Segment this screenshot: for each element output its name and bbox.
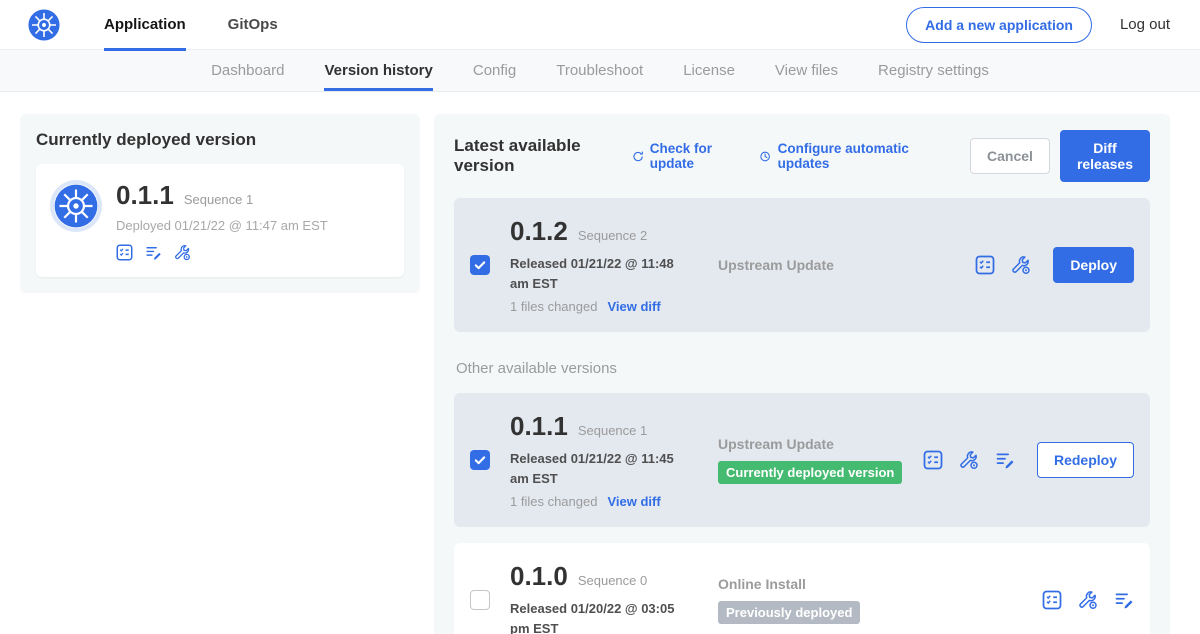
files-changed-text: 1 files changed bbox=[510, 299, 597, 314]
available-panel-title: Latest available version bbox=[454, 136, 612, 176]
admin-console-page: Application GitOps Add a new application… bbox=[0, 0, 1200, 634]
add-new-application-button[interactable]: Add a new application bbox=[906, 7, 1092, 43]
version-sequence: Sequence 2 bbox=[578, 228, 647, 243]
deployed-panel-title: Currently deployed version bbox=[36, 130, 404, 150]
version-checkbox[interactable] bbox=[470, 255, 490, 275]
check-for-update-label: Check for update bbox=[650, 141, 740, 171]
deployed-version-sequence: Sequence 1 bbox=[184, 192, 253, 207]
tab-gitops[interactable]: GitOps bbox=[228, 0, 278, 50]
version-checkbox[interactable] bbox=[470, 590, 490, 610]
app-logo-icon bbox=[54, 184, 98, 228]
deploy-logs-icon[interactable] bbox=[145, 244, 162, 261]
version-released: Released 01/21/22 @ 11:45 am EST bbox=[510, 449, 695, 488]
diff-releases-button[interactable]: Diff releases bbox=[1060, 130, 1150, 182]
subnav-troubleshoot[interactable]: Troubleshoot bbox=[556, 50, 643, 91]
version-released: Released 01/21/22 @ 11:48 am EST bbox=[510, 254, 695, 293]
version-row-0-1-0: 0.1.0 Sequence 0 Released 01/20/22 @ 03:… bbox=[454, 543, 1150, 634]
checkmark-icon bbox=[473, 258, 487, 272]
source-label: Upstream Update bbox=[718, 436, 923, 452]
deploy-logs-icon[interactable] bbox=[995, 450, 1015, 470]
subnav-version-history[interactable]: Version history bbox=[324, 50, 432, 91]
cancel-button[interactable]: Cancel bbox=[970, 138, 1050, 174]
deployed-version-card: 0.1.1 Sequence 1 Deployed 01/21/22 @ 11:… bbox=[36, 164, 404, 277]
version-source: Upstream Update Currently deployed versi… bbox=[710, 436, 923, 484]
currently-deployed-panel: Currently deployed version 0.1.1 Sequenc… bbox=[20, 114, 420, 293]
edit-config-icon[interactable] bbox=[174, 244, 191, 261]
deployed-icon-row bbox=[116, 244, 328, 261]
version-info: 0.1.2 Sequence 2 Released 01/21/22 @ 11:… bbox=[510, 216, 710, 314]
subnav-view-files[interactable]: View files bbox=[775, 50, 838, 91]
clock-icon bbox=[759, 149, 771, 164]
edit-config-icon[interactable] bbox=[1078, 590, 1098, 610]
version-number: 0.1.2 bbox=[510, 216, 568, 247]
configure-automatic-updates-link[interactable]: Configure automatic updates bbox=[759, 141, 930, 171]
other-versions-title: Other available versions bbox=[456, 360, 1150, 377]
version-released: Released 01/20/22 @ 03:05 pm EST bbox=[510, 599, 695, 634]
release-notes-icon[interactable] bbox=[1042, 590, 1062, 610]
version-sequence: Sequence 0 bbox=[578, 573, 647, 588]
version-row-0-1-1: 0.1.1 Sequence 1 Released 01/21/22 @ 11:… bbox=[454, 393, 1150, 527]
files-changed-text: 1 files changed bbox=[510, 494, 597, 509]
version-row-0-1-2: 0.1.2 Sequence 2 Released 01/21/22 @ 11:… bbox=[454, 198, 1150, 332]
version-source: Online Install Previously deployed bbox=[710, 576, 1042, 624]
check-for-update-link[interactable]: Check for update bbox=[632, 141, 740, 171]
logout-button[interactable]: Log out bbox=[1120, 16, 1170, 33]
tab-application[interactable]: Application bbox=[104, 0, 186, 50]
top-navbar: Application GitOps Add a new application… bbox=[0, 0, 1200, 50]
deploy-logs-icon[interactable] bbox=[1114, 590, 1134, 610]
main-content: Currently deployed version 0.1.1 Sequenc… bbox=[0, 92, 1200, 634]
subnav-registry-settings[interactable]: Registry settings bbox=[878, 50, 989, 91]
subnav-dashboard[interactable]: Dashboard bbox=[211, 50, 284, 91]
version-checkbox[interactable] bbox=[470, 450, 490, 470]
deployed-at-text: Deployed 01/21/22 @ 11:47 am EST bbox=[116, 218, 328, 233]
kubernetes-logo-icon bbox=[28, 9, 60, 41]
edit-config-icon[interactable] bbox=[959, 450, 979, 470]
release-notes-icon[interactable] bbox=[923, 450, 943, 470]
previously-deployed-badge: Previously deployed bbox=[718, 601, 860, 624]
deploy-button[interactable]: Deploy bbox=[1053, 247, 1134, 283]
app-subnav: Dashboard Version history Config Trouble… bbox=[0, 50, 1200, 92]
refresh-icon bbox=[632, 149, 644, 164]
currently-deployed-badge: Currently deployed version bbox=[718, 461, 902, 484]
release-notes-icon[interactable] bbox=[975, 255, 995, 275]
edit-config-icon[interactable] bbox=[1011, 255, 1031, 275]
version-number: 0.1.1 bbox=[510, 411, 568, 442]
configure-updates-label: Configure automatic updates bbox=[778, 141, 930, 171]
checkmark-icon bbox=[473, 453, 487, 467]
version-actions: Deploy bbox=[975, 247, 1134, 283]
source-label: Online Install bbox=[718, 576, 1042, 592]
version-actions bbox=[1042, 590, 1134, 610]
view-diff-link[interactable]: View diff bbox=[607, 494, 660, 509]
redeploy-button[interactable]: Redeploy bbox=[1037, 442, 1134, 478]
version-info: 0.1.1 Sequence 1 Released 01/21/22 @ 11:… bbox=[510, 411, 710, 509]
available-header: Latest available version Check for updat… bbox=[454, 130, 1150, 182]
subnav-license[interactable]: License bbox=[683, 50, 735, 91]
source-label: Upstream Update bbox=[718, 257, 975, 273]
available-versions-panel: Latest available version Check for updat… bbox=[434, 114, 1170, 634]
subnav-config[interactable]: Config bbox=[473, 50, 516, 91]
version-sequence: Sequence 1 bbox=[578, 423, 647, 438]
version-info: 0.1.0 Sequence 0 Released 01/20/22 @ 03:… bbox=[510, 561, 710, 634]
version-source: Upstream Update bbox=[710, 257, 975, 273]
deployed-version-number: 0.1.1 bbox=[116, 180, 174, 211]
version-actions: Redeploy bbox=[923, 442, 1134, 478]
release-notes-icon[interactable] bbox=[116, 244, 133, 261]
view-diff-link[interactable]: View diff bbox=[607, 299, 660, 314]
version-number: 0.1.0 bbox=[510, 561, 568, 592]
